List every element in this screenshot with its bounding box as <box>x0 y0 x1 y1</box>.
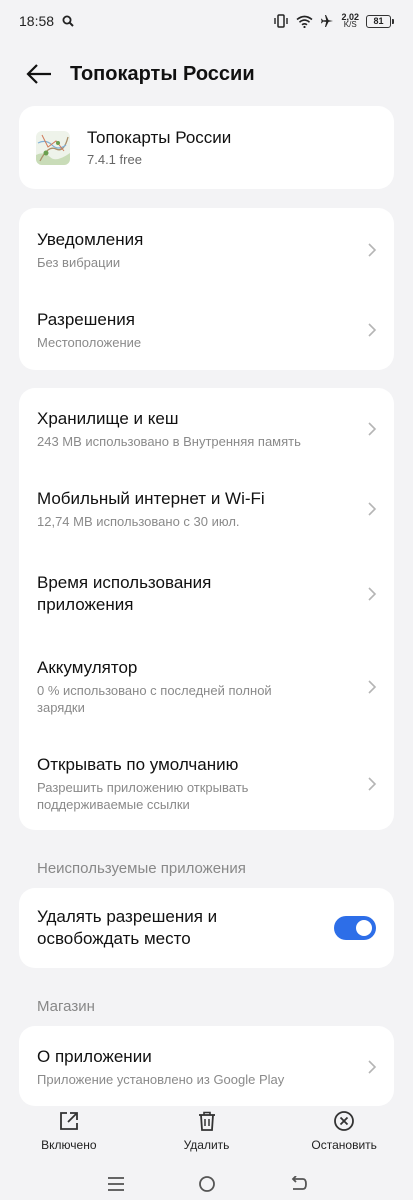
row-subtitle: 0 % использовано с последней полной заря… <box>37 683 272 715</box>
mobile-data-row[interactable]: Мобильный интернет и Wi-Fi 12,74 MB испо… <box>19 488 394 530</box>
force-stop-label: Остановить <box>311 1138 377 1152</box>
uninstall-button[interactable]: Удалить <box>138 1110 276 1160</box>
back-button[interactable] <box>18 53 60 95</box>
network-speed: 2,02 K/S <box>341 12 359 29</box>
open-button[interactable]: Включено <box>0 1110 138 1160</box>
page-title: Топокарты России <box>70 62 255 85</box>
status-time: 18:58 <box>19 13 55 29</box>
row-title: Уведомления <box>37 230 144 249</box>
row-subtitle: Без вибрации <box>37 255 121 270</box>
system-nav-bar <box>0 1168 413 1200</box>
app-bar: Топокарты России <box>0 52 413 96</box>
notifications-row[interactable]: Уведомления Без вибрации <box>19 229 394 271</box>
open-external-icon <box>59 1112 78 1130</box>
status-bar: 18:58 2,02 K/S 81 <box>0 0 413 42</box>
menu-icon[interactable] <box>107 1176 125 1192</box>
battery-icon: 81 <box>366 14 394 28</box>
chevron-right-icon <box>368 587 377 601</box>
screen-time-row[interactable]: Время использования приложения <box>19 572 394 616</box>
permissions-row[interactable]: Разрешения Местоположение <box>19 309 394 351</box>
close-circle-icon <box>334 1111 355 1131</box>
row-title: Время использования приложения <box>37 573 212 614</box>
app-details-row[interactable]: О приложении Приложение установлено из G… <box>19 1046 394 1088</box>
row-subtitle: 243 MB использовано в Внутренняя память <box>37 434 301 449</box>
storage-row[interactable]: Хранилище и кеш 243 MB использовано в Вн… <box>19 408 394 450</box>
trash-icon <box>198 1111 215 1131</box>
row-title: О приложении <box>37 1047 152 1066</box>
chevron-right-icon <box>368 422 377 436</box>
row-title: Аккумулятор <box>37 658 138 677</box>
app-version: 7.4.1 free <box>87 152 142 167</box>
unused-apps-card: Удалять разрешения и освобождать место <box>19 888 394 968</box>
home-icon[interactable] <box>198 1175 216 1193</box>
settings-group-usage: Хранилище и кеш 243 MB использовано в Вн… <box>19 388 394 830</box>
back-nav-icon[interactable] <box>289 1176 307 1192</box>
row-title: Хранилище и кеш <box>37 409 179 428</box>
uninstall-label: Удалить <box>183 1138 230 1152</box>
app-name: Топокарты России <box>87 128 232 147</box>
store-card: О приложении Приложение установлено из G… <box>19 1026 394 1106</box>
bottom-action-bar: Включено Удалить Остановить <box>0 1110 413 1160</box>
chevron-right-icon <box>368 679 377 694</box>
chevron-right-icon <box>368 243 377 257</box>
remove-permissions-toggle[interactable] <box>334 916 376 940</box>
row-subtitle: Разрешить приложению открывать поддержив… <box>37 780 249 812</box>
open-label: Включено <box>41 1138 97 1152</box>
search-icon <box>62 15 74 27</box>
chevron-right-icon <box>368 323 377 337</box>
settings-group-notifications: Уведомления Без вибрации Разрешения Мест… <box>19 208 394 370</box>
battery-row[interactable]: Аккумулятор 0 % использовано с последней… <box>19 657 394 716</box>
row-subtitle: 12,74 MB использовано с 30 июл. <box>37 514 240 529</box>
row-title: Удалять разрешения и освобождать место <box>37 907 218 948</box>
row-subtitle: Местоположение <box>37 335 142 350</box>
arrow-left-icon <box>26 64 51 84</box>
chevron-right-icon <box>368 776 377 791</box>
row-subtitle: Приложение установлено из Google Play <box>37 1072 285 1087</box>
vibrate-icon <box>274 14 289 28</box>
section-label-unused-apps: Неиспользуемые приложения <box>37 860 246 877</box>
chevron-right-icon <box>368 502 377 516</box>
row-title: Разрешения <box>37 310 135 329</box>
row-title: Открывать по умолчанию <box>37 755 239 774</box>
open-by-default-row[interactable]: Открывать по умолчанию Разрешить приложе… <box>19 754 394 813</box>
row-title: Мобильный интернет и Wi-Fi <box>37 489 265 508</box>
app-icon <box>36 130 70 165</box>
chevron-right-icon <box>368 1060 377 1074</box>
force-stop-button[interactable]: Остановить <box>275 1110 413 1160</box>
airplane-icon <box>321 15 334 27</box>
wifi-icon <box>296 15 313 28</box>
app-info-card: Топокарты России 7.4.1 free <box>19 106 394 189</box>
section-label-store: Магазин <box>37 998 95 1015</box>
